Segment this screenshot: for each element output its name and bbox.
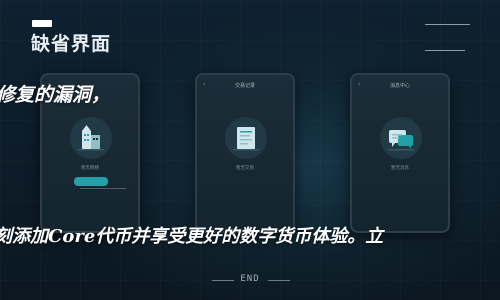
- empty-state-caption: 暂无交易: [236, 166, 254, 171]
- decorative-line: [425, 24, 470, 25]
- phone-header: 消息中心: [389, 83, 410, 89]
- page-title: 缺省界面: [31, 33, 112, 55]
- empty-state-caption: 暂无网络: [81, 166, 99, 171]
- logo-badge: [32, 20, 52, 27]
- building-icon: [78, 125, 104, 151]
- end-divider-right: [268, 280, 290, 281]
- retry-button[interactable]: [74, 177, 108, 186]
- phone-header: 交易记录: [234, 83, 255, 89]
- phone-mockup-transactions: ‹ 交易记录 暂无交易: [195, 73, 295, 233]
- end-label: END: [240, 274, 260, 284]
- message-icon: [388, 130, 414, 151]
- decorative-line: [425, 50, 465, 51]
- document-icon: [233, 127, 259, 151]
- overlay-text-bottom: 刻添加Core代币并享受更好的数字货币体验。立: [0, 226, 384, 247]
- empty-state-caption: 暂无消息: [391, 166, 409, 171]
- overlay-text-top: 修复的漏洞，: [0, 84, 111, 106]
- phone-mockup-messages: ‹ 消息中心 暂无消息: [350, 73, 450, 233]
- decorative-line: [80, 188, 126, 189]
